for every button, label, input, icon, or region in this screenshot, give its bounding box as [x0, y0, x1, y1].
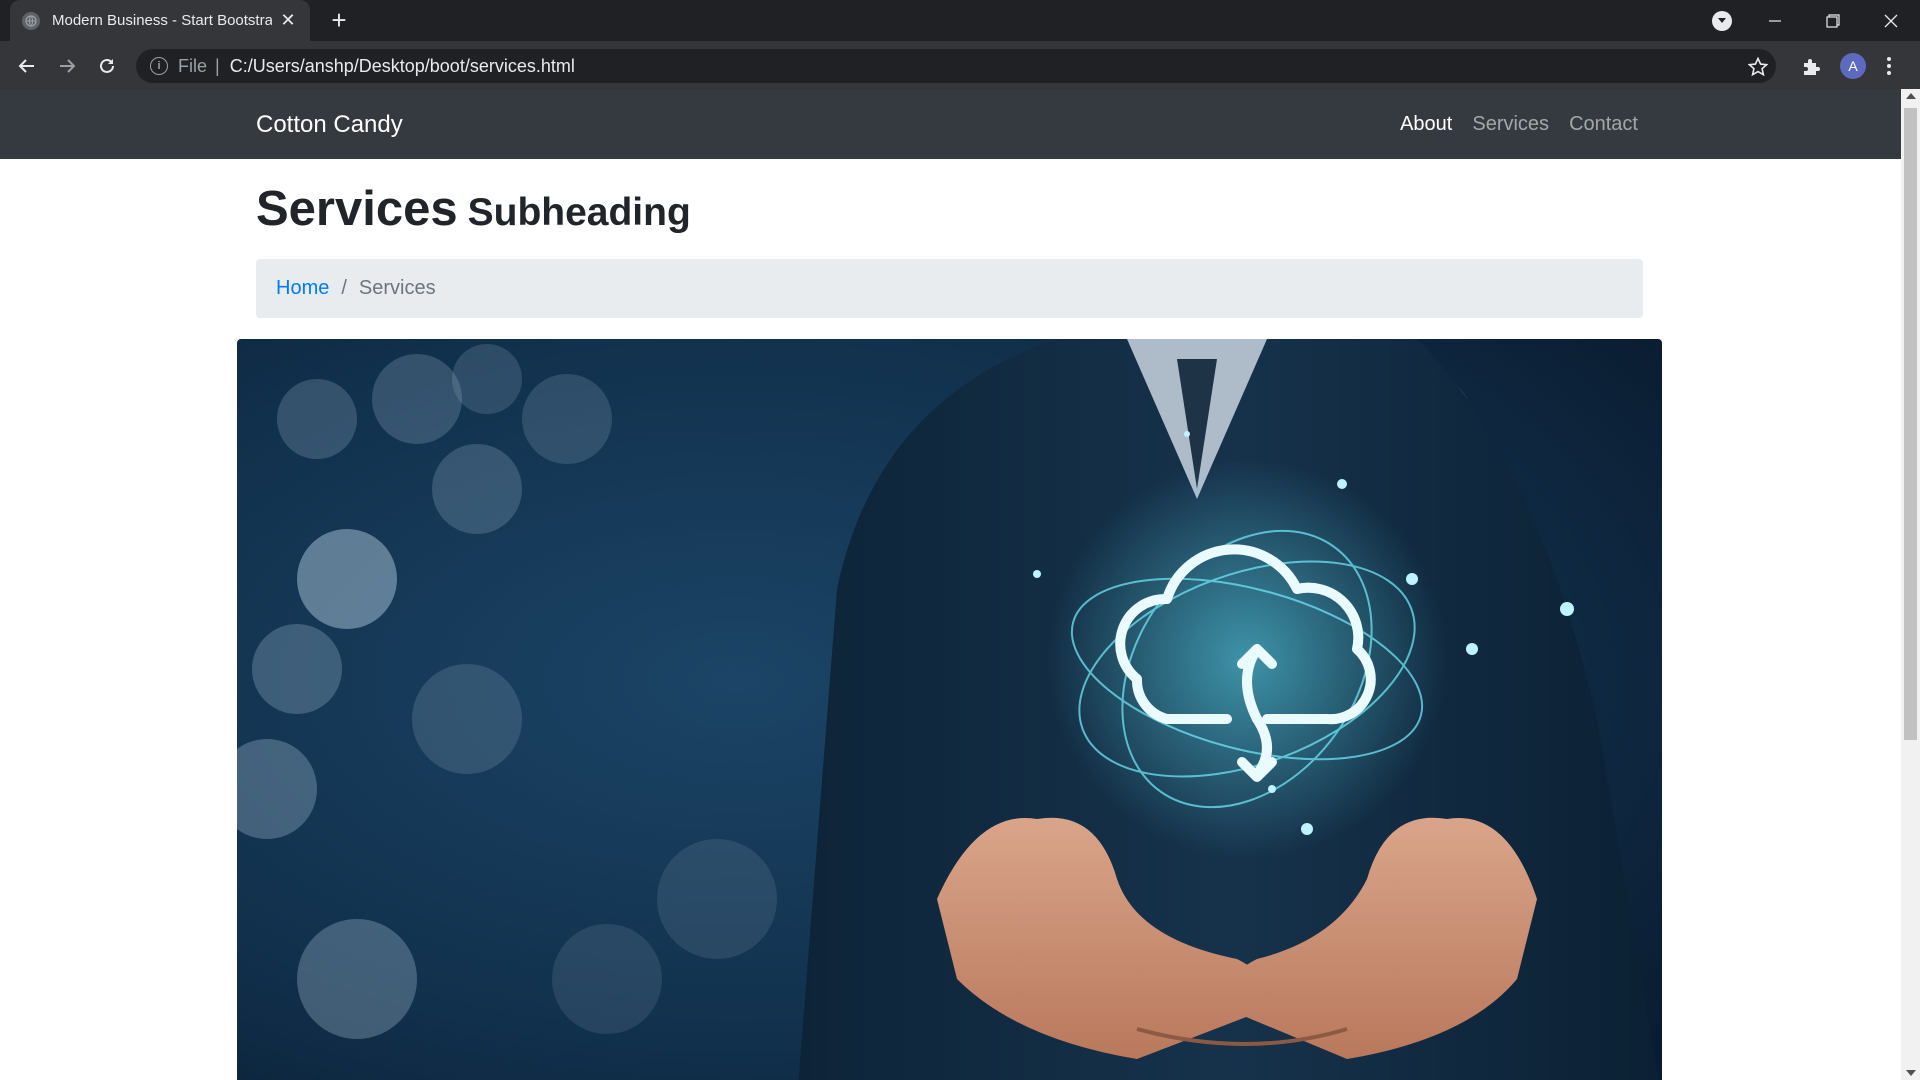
- tab-search-icon[interactable]: [1712, 11, 1732, 31]
- globe-icon: [22, 11, 40, 30]
- tab-title: Modern Business - Start Bootstra: [52, 12, 272, 29]
- browser-tab-bar: Modern Business - Start Bootstra ✕ +: [0, 0, 1920, 41]
- breadcrumb-home-link[interactable]: Home: [276, 277, 329, 300]
- breadcrumb: Home / Services: [256, 259, 1643, 318]
- page-subtitle: Subheading: [467, 191, 691, 234]
- minimize-icon[interactable]: [1752, 6, 1798, 36]
- site-brand[interactable]: Cotton Candy: [256, 111, 403, 139]
- browser-tab[interactable]: Modern Business - Start Bootstra ✕: [10, 0, 310, 41]
- reload-icon[interactable]: [92, 51, 122, 81]
- hero-image: [237, 339, 1662, 1080]
- site-navbar: Cotton Candy About Services Contact: [0, 89, 1901, 159]
- forward-arrow-icon[interactable]: [52, 51, 82, 81]
- page-scrollbar[interactable]: [1901, 89, 1920, 1080]
- profile-avatar[interactable]: A: [1840, 53, 1866, 79]
- site-nav-links: About Services Contact: [1400, 113, 1638, 136]
- extensions-puzzle-icon[interactable]: [1800, 56, 1822, 78]
- nav-about[interactable]: About: [1400, 113, 1452, 136]
- nav-services[interactable]: Services: [1472, 113, 1549, 136]
- address-scheme: File: [178, 55, 208, 76]
- bookmark-star-icon[interactable]: [1747, 56, 1769, 77]
- scroll-up-icon[interactable]: [1906, 93, 1916, 99]
- page-viewport: Cotton Candy About Services Contact Serv…: [0, 89, 1920, 1080]
- breadcrumb-separator: /: [341, 277, 347, 299]
- restore-icon[interactable]: [1810, 6, 1856, 36]
- close-window-icon[interactable]: [1868, 6, 1914, 36]
- browser-toolbar: i File | C:/Users/anshp/Desktop/boot/ser…: [0, 41, 1920, 89]
- menu-kebab-icon[interactable]: [1886, 55, 1898, 77]
- scroll-down-icon[interactable]: [1906, 1070, 1916, 1076]
- breadcrumb-current: Services: [358, 277, 436, 299]
- address-bar[interactable]: i File | C:/Users/anshp/Desktop/boot/ser…: [136, 49, 1776, 83]
- scrollbar-thumb[interactable]: [1904, 108, 1917, 740]
- nav-contact[interactable]: Contact: [1569, 113, 1638, 136]
- new-tab-button[interactable]: +: [326, 7, 352, 34]
- close-tab-icon[interactable]: ✕: [278, 10, 298, 31]
- address-separator: |: [215, 55, 220, 76]
- page-title: Services Subheading: [256, 181, 691, 237]
- site-info-icon[interactable]: i: [150, 57, 168, 75]
- address-url: C:/Users/anshp/Desktop/boot/services.htm…: [229, 55, 575, 76]
- page-title-main: Services: [256, 182, 458, 236]
- back-arrow-icon[interactable]: [12, 51, 42, 81]
